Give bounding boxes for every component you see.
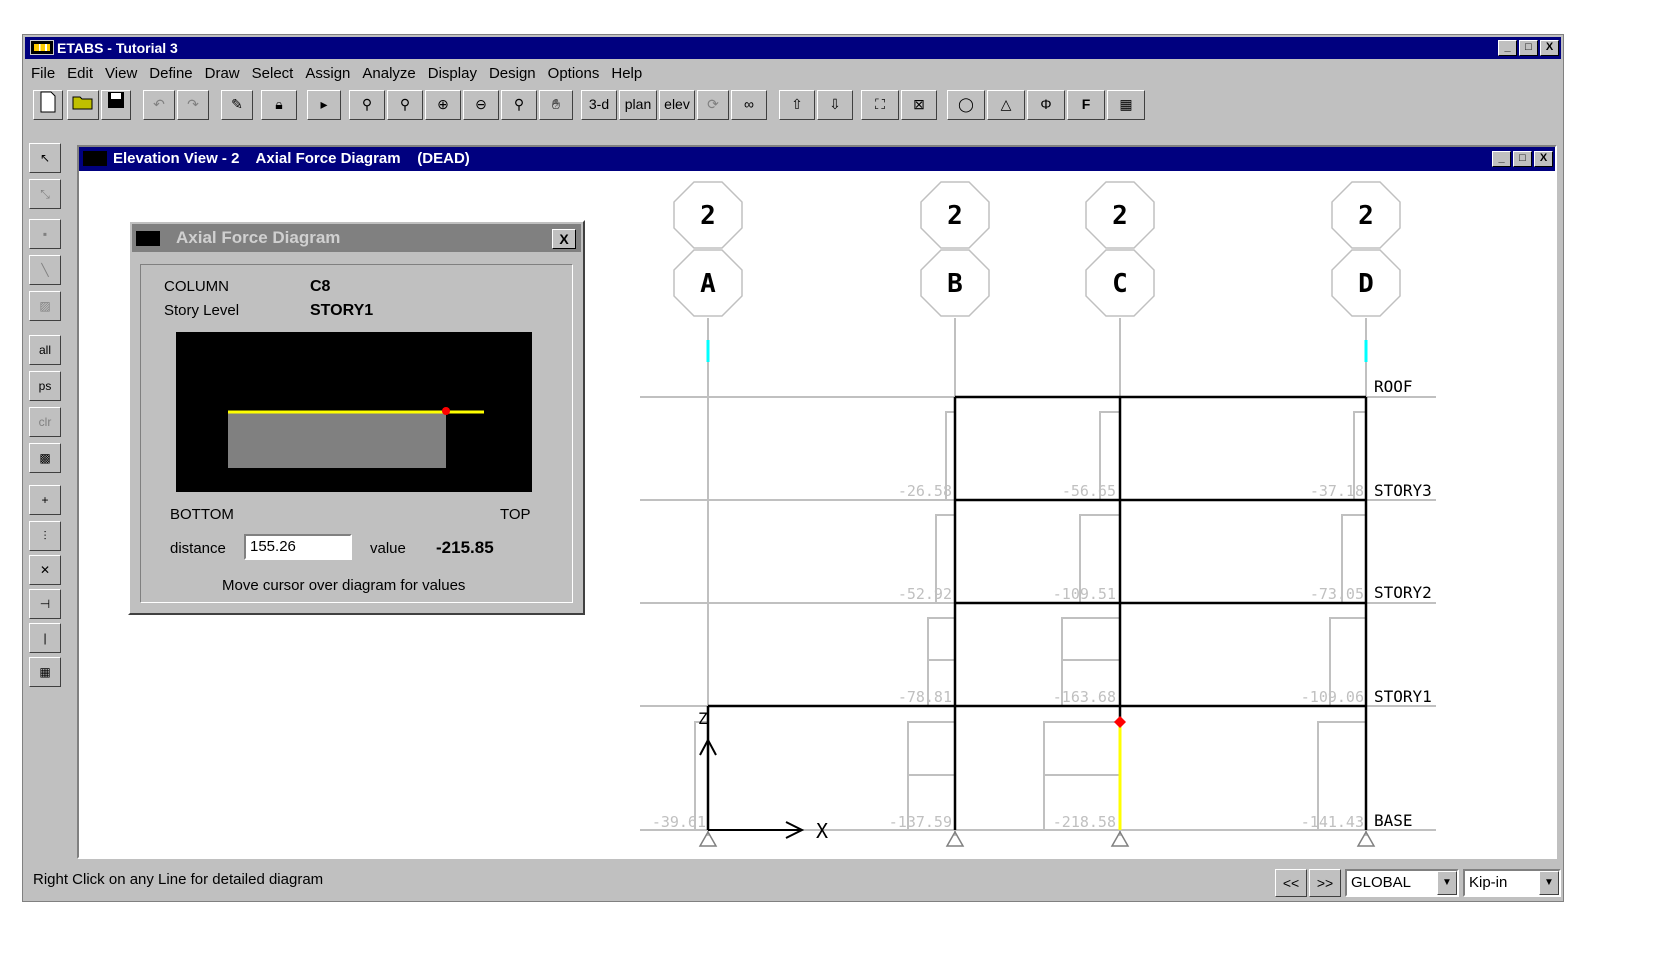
axis-z-label: Z [698, 709, 708, 728]
dialog-titlebar[interactable]: Axial Force Diagram X [132, 224, 581, 252]
story-label-story2: STORY2 [1374, 583, 1432, 602]
dialog-close-button[interactable]: X [552, 229, 576, 249]
grid-top-label-b: 2 [947, 201, 963, 231]
value-b-base: -137.59 [889, 813, 952, 831]
value-c-story3: -56.65 [1062, 482, 1116, 500]
value-b-story2: -52.92 [898, 585, 952, 603]
dialog-title: Axial Force Diagram [176, 228, 341, 247]
value-d-story3: -37.18 [1310, 482, 1364, 500]
grid-top-label-c: 2 [1112, 201, 1128, 231]
bottom-label: BOTTOM [170, 506, 234, 523]
grid-label-d: D [1358, 269, 1374, 299]
grid-top-label-d: 2 [1358, 201, 1374, 231]
axis-x-label: X [816, 819, 828, 843]
detail-diagram-canvas[interactable] [176, 332, 532, 492]
value-c-story2: -109.51 [1053, 585, 1116, 603]
value-b-story3: -26.58 [898, 482, 952, 500]
column-value: C8 [310, 278, 331, 295]
story-label-base: BASE [1374, 811, 1413, 830]
column-label: COLUMN [164, 278, 230, 295]
value-readout: -215.85 [436, 538, 494, 557]
grid-top-label-a: 2 [700, 201, 716, 231]
top-label: TOP [500, 506, 531, 523]
value-a-base: -39.61 [652, 813, 706, 831]
cursor-point-marker [442, 407, 450, 415]
story-label-story3: STORY3 [1374, 481, 1432, 500]
story-label-story1: STORY1 [1374, 687, 1432, 706]
value-label: value [370, 540, 406, 557]
axial-force-dialog[interactable]: Axial Force Diagram X COLUMN C8 Story Le… [128, 220, 585, 615]
value-c-base: -218.58 [1053, 813, 1116, 831]
etabs-logo-icon [136, 231, 160, 246]
cursor-marker [1114, 716, 1126, 728]
value-b-story1: -78.81 [898, 688, 952, 706]
value-c-story1: -163.68 [1053, 688, 1116, 706]
grid-label-b: B [947, 269, 963, 299]
story-label-roof: ROOF [1374, 377, 1413, 396]
value-d-base: -141.43 [1301, 813, 1364, 831]
distance-label: distance [170, 540, 226, 557]
story-level-label: Story Level [164, 302, 240, 319]
dialog-hint: Move cursor over diagram for values [222, 577, 466, 594]
distance-field[interactable]: 155.26 [244, 534, 352, 560]
value-d-story2: -73.05 [1310, 585, 1364, 603]
axial-force-fill [228, 412, 446, 468]
grid-label-c: C [1112, 269, 1128, 299]
value-d-story1: -109.06 [1301, 688, 1364, 706]
story-level-value: STORY1 [310, 302, 374, 319]
detail-diagram-svg [228, 407, 484, 468]
grid-label-a: A [700, 269, 716, 299]
